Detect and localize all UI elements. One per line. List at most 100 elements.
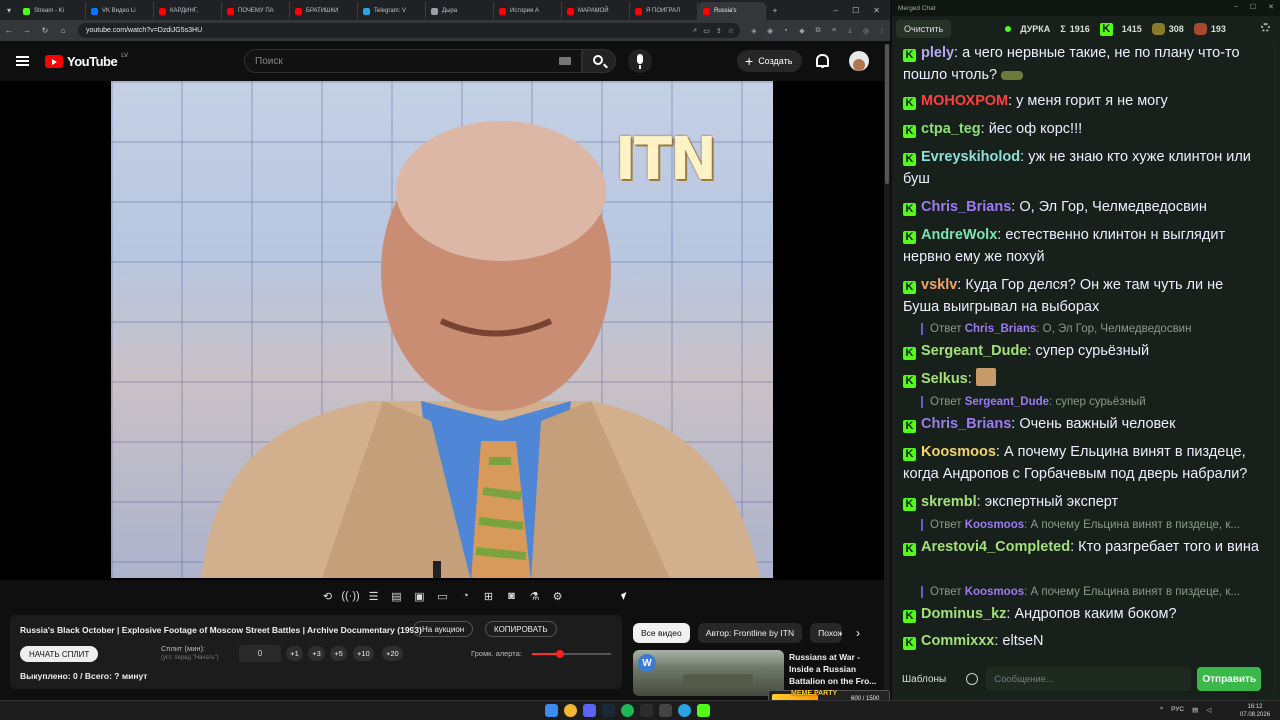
profile-icon[interactable]: ◎: [858, 27, 874, 35]
scrollbar-thumb[interactable]: [885, 44, 889, 184]
chip-author[interactable]: Автор: Frontline by ITN: [697, 623, 803, 643]
search-input[interactable]: Поиск: [244, 49, 582, 73]
gear-icon[interactable]: [1261, 23, 1270, 32]
video-frame[interactable]: ITN: [111, 81, 773, 578]
page-scrollbar[interactable]: [884, 44, 890, 694]
emoji-icon[interactable]: [966, 673, 979, 685]
chat-username[interactable]: vsklv: [921, 277, 957, 293]
chat-username[interactable]: AndreWolx: [921, 227, 997, 243]
chat-username[interactable]: МОНОХРОМ: [921, 93, 1008, 109]
avatar[interactable]: [849, 51, 869, 71]
start-icon[interactable]: [545, 704, 558, 717]
chat-username[interactable]: Chris_Brians: [921, 416, 1011, 432]
tray-arrow-icon[interactable]: ^: [1160, 706, 1163, 714]
browser-tab[interactable]: Stream - Ki: [18, 2, 86, 20]
chat-username[interactable]: Evreyskiholod: [921, 149, 1020, 165]
chevron-right-icon[interactable]: ›: [850, 623, 866, 643]
gear-icon[interactable]: ⚙: [549, 589, 566, 603]
chat-username[interactable]: Sergeant_Dude: [921, 343, 1027, 359]
chip-all-videos[interactable]: Все видео: [633, 623, 690, 643]
increment-button[interactable]: +10: [353, 646, 374, 661]
playlist-icon[interactable]: ☰: [365, 589, 382, 603]
browser-tab[interactable]: КАРДИНГ,: [154, 2, 222, 20]
split-minutes-input[interactable]: 0: [239, 645, 281, 662]
forward-icon[interactable]: →: [18, 26, 36, 35]
clock[interactable]: 16:12 07.08.2026: [1240, 703, 1270, 719]
close-icon[interactable]: ✕: [873, 6, 880, 15]
speed-icon[interactable]: ◔: [457, 589, 474, 603]
sidebar-icon[interactable]: ≡: [826, 27, 842, 34]
menu-icon[interactable]: [16, 56, 29, 66]
browser-tab[interactable]: Telegram: V: [358, 2, 426, 20]
extension-icon[interactable]: ◈: [746, 27, 762, 35]
extension-icon[interactable]: ◆: [794, 27, 810, 35]
app-icon[interactable]: [659, 704, 672, 717]
browser-tab[interactable]: ПОЧЕМУ ПА: [222, 2, 290, 20]
browser-tab[interactable]: Я ПОИГРАЛ: [630, 2, 698, 20]
cast-icon[interactable]: ▭: [703, 27, 710, 35]
alert-volume-slider[interactable]: [532, 650, 611, 658]
steam-icon[interactable]: [602, 704, 615, 717]
discord-icon[interactable]: [583, 704, 596, 717]
minimize-icon[interactable]: –: [1234, 3, 1238, 11]
keyboard-icon[interactable]: [559, 57, 571, 65]
puzzle-icon[interactable]: ⧉: [810, 27, 826, 35]
extension-icon[interactable]: ◉: [762, 27, 778, 35]
video-player[interactable]: ITN: [0, 81, 884, 580]
increment-button[interactable]: +3: [308, 646, 325, 661]
chrome-icon[interactable]: [564, 704, 577, 717]
url-field[interactable]: youtube.com/watch?v=DzdiJG5s3HU ⌕ ▭ ⇪ ☆: [78, 23, 740, 38]
pip-icon[interactable]: ▣: [411, 589, 428, 603]
slider-knob[interactable]: [555, 650, 564, 658]
related-thumbnail[interactable]: W: [633, 650, 784, 696]
back-icon[interactable]: ←: [0, 26, 18, 35]
send-button[interactable]: Отправить: [1197, 667, 1262, 691]
templates-button[interactable]: Шаблоны: [902, 674, 946, 685]
reply-reference[interactable]: Ответ Koosmoos: А почему Ельцина винят в…: [921, 586, 1261, 598]
broadcast-icon[interactable]: ((·)): [341, 589, 359, 603]
obs-icon[interactable]: [640, 704, 653, 717]
volume-icon[interactable]: ◁: [1206, 706, 1211, 714]
chat-username[interactable]: Arestovi4_Completed: [921, 539, 1070, 555]
create-button[interactable]: + Создать: [737, 50, 803, 72]
reply-reference[interactable]: Ответ Chris_Brians: О, Эл Гор, Челмедвед…: [921, 323, 1261, 335]
chat-username[interactable]: plely: [921, 45, 954, 61]
chat-username[interactable]: Selkus: [921, 371, 968, 387]
chat-username[interactable]: Chris_Brians: [921, 199, 1011, 215]
add-icon[interactable]: ⊞: [480, 589, 497, 603]
chat-username[interactable]: Commixxx: [921, 633, 994, 649]
reply-reference[interactable]: Ответ Koosmoos: А почему Ельцина винят в…: [921, 519, 1261, 531]
browser-tab[interactable]: VK Видео Li: [86, 2, 154, 20]
tab-list-button[interactable]: ▾: [0, 6, 18, 15]
auction-button[interactable]: На аукцион: [413, 621, 474, 637]
chat-username[interactable]: ctpa_teg: [921, 121, 981, 137]
extension-icon[interactable]: ▪: [778, 27, 794, 34]
home-icon[interactable]: ⌂: [54, 26, 72, 35]
share-icon[interactable]: ⇪: [716, 27, 722, 35]
youtube-logo[interactable]: YouTube LV: [45, 53, 128, 69]
menu-dots-icon[interactable]: ⋮: [874, 27, 890, 35]
zoom-icon[interactable]: ⌕: [693, 27, 697, 35]
browser-tab[interactable]: Russia's: [698, 2, 766, 20]
message-input[interactable]: Сообщение...: [986, 667, 1192, 691]
notifications-icon[interactable]: [816, 54, 829, 68]
kick-icon[interactable]: [697, 704, 710, 717]
network-icon[interactable]: ▤: [1192, 706, 1198, 714]
chat-username[interactable]: Dominus_kz: [921, 606, 1006, 622]
spotify-icon[interactable]: [621, 704, 634, 717]
increment-button[interactable]: +1: [286, 646, 303, 661]
new-tab-button[interactable]: +: [766, 6, 784, 15]
increment-button[interactable]: +20: [382, 646, 403, 661]
maximize-icon[interactable]: ☐: [1250, 3, 1256, 11]
download-icon[interactable]: ⤓: [842, 27, 858, 35]
flask-icon[interactable]: ⚗: [526, 589, 543, 603]
copy-button[interactable]: КОПИРОВАТЬ: [485, 621, 557, 637]
cinema-icon[interactable]: ▭: [434, 589, 451, 603]
maximize-icon[interactable]: ☐: [852, 6, 859, 15]
search-button[interactable]: [582, 49, 616, 73]
screenshot-icon[interactable]: ◙: [503, 589, 520, 603]
reload-icon[interactable]: ↻: [36, 26, 54, 35]
loop-icon[interactable]: ⟲: [319, 589, 336, 603]
browser-tab[interactable]: Дыра: [426, 2, 494, 20]
increment-button[interactable]: +5: [330, 646, 347, 661]
